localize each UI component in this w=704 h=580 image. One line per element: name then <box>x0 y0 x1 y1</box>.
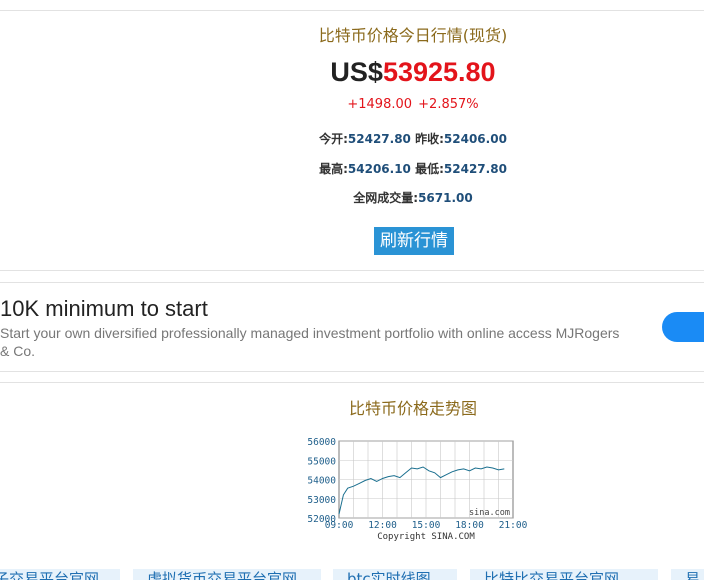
link-tab-label: 子交易平台官网 <box>0 570 100 580</box>
y-tick-label: 54000 <box>307 476 336 487</box>
chart-watermark: sina.com <box>469 508 510 518</box>
divider <box>0 282 704 283</box>
x-tick-label: 18:00 <box>455 520 484 531</box>
link-tab-label: 易 <box>685 570 701 580</box>
divider <box>0 270 704 271</box>
price-change: +1498.00 +2.857% <box>0 97 704 112</box>
chart-copyright: Copyright SINA.COM <box>377 532 475 542</box>
link-tab-label: 虚拟货币交易平台官网 <box>147 570 298 580</box>
low-label: 最低: <box>415 162 444 176</box>
price-currency: US$ <box>330 57 383 87</box>
y-tick-label: 56000 <box>307 437 336 448</box>
price-trend-chart: 56000 55000 54000 53000 52000 09:00 12:00 15:00… <box>300 432 540 544</box>
ad-description: Start your own diversified professionall… <box>0 325 620 359</box>
ad-open-button[interactable] <box>662 312 704 342</box>
y-tick-label: 53000 <box>307 495 336 506</box>
ad-title[interactable]: 10K minimum to start <box>0 296 208 322</box>
volume-label: 全网成交量: <box>353 191 419 205</box>
high-label: 最高: <box>319 162 348 176</box>
volume-value: 5671.00 <box>418 191 473 205</box>
volume-row: 全网成交量:5671.00 <box>0 189 704 206</box>
price-change-percent: +2.857% <box>418 97 479 112</box>
price-value: 53925.80 <box>382 57 496 87</box>
divider <box>0 371 704 372</box>
high-value: 54206.10 <box>347 162 411 176</box>
current-price: US$53925.80 <box>0 57 704 88</box>
low-value: 52427.80 <box>443 162 507 176</box>
open-label: 今开: <box>319 132 348 146</box>
x-tick-label: 15:00 <box>412 520 441 531</box>
refresh-button[interactable]: 刷新行情 <box>374 227 454 255</box>
link-tab-4[interactable]: 易 <box>671 569 704 580</box>
page-title: 比特币价格今日行情(现货) <box>318 26 508 45</box>
open-value: 52427.80 <box>347 132 411 146</box>
link-tab-label: btc实时线图 <box>347 570 431 580</box>
chart-title: 比特币价格走势图 <box>348 399 477 418</box>
link-tab-label: 比特比交易平台官网 <box>484 570 620 580</box>
open-close-row: 今开:52427.80 昨收:52406.00 <box>0 130 704 147</box>
divider <box>0 382 704 383</box>
price-change-amount: +1498.00 <box>347 97 413 112</box>
price-trend-chart-svg: 560005500054000530005200009:00 12:00 15:00… <box>307 437 528 542</box>
link-tab-3[interactable]: 比特比交易平台官网 <box>470 569 658 580</box>
prev-close-value: 52406.00 <box>443 132 507 146</box>
x-tick-label: 12:00 <box>368 520 397 531</box>
y-tick-label: 55000 <box>307 456 336 467</box>
high-low-row: 最高:54206.10 最低:52427.80 <box>0 160 704 177</box>
link-tab-2[interactable]: btc实时线图 <box>333 569 457 580</box>
link-tab-0[interactable]: 子交易平台官网 <box>0 569 120 580</box>
x-tick-label: 09:00 <box>325 520 354 531</box>
top-divider <box>0 10 704 11</box>
x-tick-label: 21:00 <box>499 520 528 531</box>
link-tab-1[interactable]: 虚拟货币交易平台官网 <box>133 569 321 580</box>
prev-close-label: 昨收: <box>415 132 444 146</box>
